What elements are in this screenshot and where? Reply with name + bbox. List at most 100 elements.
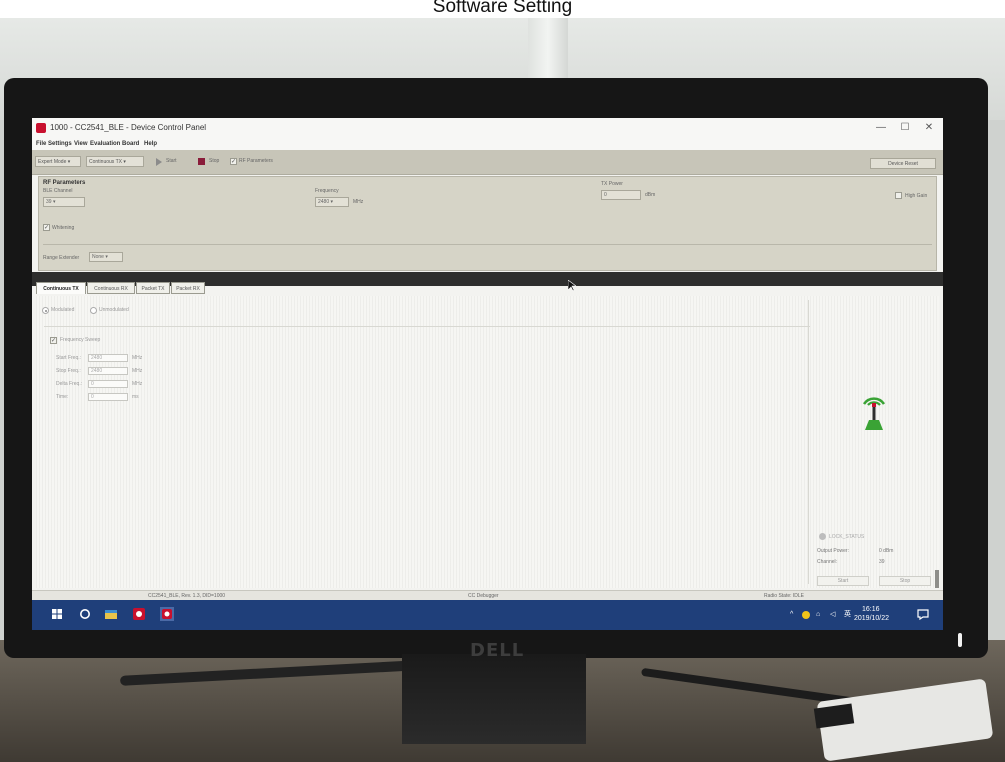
stop-freq-label: Stop Freq.: [56, 368, 81, 374]
antenna-icon [862, 397, 886, 430]
lock-status-indicator [819, 533, 826, 540]
frequency-unit: MHz [353, 199, 364, 205]
volume-icon[interactable]: ◁ [830, 610, 835, 619]
stop-button[interactable]: Stop [209, 156, 219, 167]
tx-status-panel: LOCK_STATUS Output Power: 0 dBm Channel:… [808, 300, 937, 586]
frequency-label: Frequency [315, 188, 339, 194]
menu-file[interactable]: File [36, 138, 46, 150]
ble-channel-label: BLE Channel [43, 188, 73, 194]
screen: 1000 - CC2541_BLE - Device Control Panel… [32, 118, 943, 630]
start-freq-input[interactable]: 2480 [88, 354, 128, 362]
menu-evaluation-board[interactable]: Evaluation Board [90, 138, 139, 150]
range-extender-select[interactable]: None ▾ [89, 252, 123, 262]
tray-chevron-icon[interactable]: ^ [790, 610, 793, 619]
high-gain-label: High Gain [905, 193, 928, 199]
close-button[interactable]: ✕ [918, 121, 940, 135]
frequency-sweep-label: Frequency Sweep [60, 337, 101, 343]
modulated-radio[interactable] [42, 307, 49, 314]
monitor-stand [402, 654, 586, 744]
tab-packet-rx[interactable]: Packet RX [171, 282, 205, 294]
output-power-label: Output Power: [817, 548, 849, 554]
time-unit: ms [132, 394, 139, 400]
tray-app-icon[interactable] [802, 611, 810, 619]
maximize-button[interactable]: ☐ [894, 121, 916, 135]
delta-freq-label: Delta Freq.: [56, 381, 83, 387]
output-power-value: 0 dBm [879, 548, 894, 554]
ti-logo-icon [36, 123, 46, 133]
rf-parameters-label: RF Parameters [239, 158, 273, 164]
channel-label: Channel: [817, 559, 838, 565]
ti-app-icon-active[interactable] [160, 607, 174, 621]
windows-taskbar: ^ ⌂ ◁ 英 16:16 2019/10/22 [32, 600, 943, 630]
menu-help[interactable]: Help [144, 138, 157, 150]
ble-channel-select[interactable]: 39 ▾ [43, 197, 85, 207]
whitening-label: Whitening [52, 225, 75, 231]
modulated-label: Modulated [51, 307, 75, 313]
start-tx-button[interactable]: Start [817, 576, 869, 586]
scrollbar[interactable] [935, 570, 939, 588]
photo-caption: Software Setting [0, 0, 1005, 18]
tab-packet-tx[interactable]: Packet TX [136, 282, 170, 294]
windows-start-icon[interactable] [50, 607, 64, 621]
frequency-sweep-checkbox[interactable]: ✓ [50, 337, 57, 344]
file-explorer-icon[interactable] [104, 607, 118, 621]
menu-view[interactable]: View [74, 138, 88, 150]
play-icon[interactable] [156, 158, 162, 166]
delta-freq-unit: MHz [132, 381, 143, 387]
delta-freq-input[interactable]: 0 [88, 380, 128, 388]
stop-tx-button[interactable]: Stop [879, 576, 931, 586]
start-button[interactable]: Start [166, 156, 177, 167]
device-reset-button[interactable]: Device Reset [870, 158, 936, 169]
toolbar: Expert Mode ▾ Continuous TX ▾ Start Stop… [32, 150, 943, 175]
frequency-value: 2480 [318, 199, 330, 205]
clock-date: 2019/10/22 [854, 615, 890, 622]
search-icon[interactable] [78, 607, 92, 621]
window-title: 1000 - CC2541_BLE - Device Control Panel [50, 123, 207, 132]
rf-parameters-title: RF Parameters [43, 180, 86, 186]
menu-settings[interactable]: Settings [48, 138, 72, 150]
tab-bar: Continuous TX Continuous RX Packet TX Pa… [36, 282, 943, 296]
time-label: Time: [56, 394, 69, 400]
start-freq-unit: MHz [132, 355, 143, 361]
minimize-button[interactable]: — [870, 121, 892, 135]
test-select-value: Continuous TX [89, 159, 122, 165]
monitor-logo: DELL [470, 640, 525, 661]
rf-parameters-checkbox[interactable]: ✓ [230, 158, 237, 165]
tx-power-unit: dBm [645, 192, 656, 198]
tx-power-value: 0 [604, 192, 607, 198]
test-select[interactable]: Continuous TX ▾ [86, 156, 144, 167]
continuous-tx-panel: Modulated Unmodulated ✓ Frequency Sweep … [36, 296, 939, 588]
channel-value: 39 [879, 559, 885, 565]
clock-time: 16:16 [862, 606, 880, 613]
power-led [958, 633, 962, 647]
high-gain-checkbox[interactable] [895, 192, 902, 199]
range-extender-value: None [92, 254, 104, 260]
lock-status-label: LOCK_STATUS [829, 534, 865, 540]
menu-bar: File Settings View Evaluation Board Help [32, 138, 943, 150]
whitening-checkbox[interactable]: ✓ [43, 224, 50, 231]
stop-freq-unit: MHz [132, 368, 143, 374]
tab-continuous-rx[interactable]: Continuous RX [87, 282, 135, 294]
group-separator [44, 326, 810, 327]
frequency-select[interactable]: 2480 ▾ [315, 197, 349, 207]
stop-freq-input[interactable]: 2480 [88, 367, 128, 375]
tx-power-label: TX Power [601, 181, 623, 187]
start-freq-label: Start Freq.: [56, 355, 82, 361]
tx-power-select[interactable]: 0 [601, 190, 641, 200]
mode-select-value: Expert Mode [38, 159, 67, 165]
rf-separator [43, 244, 932, 245]
time-input[interactable]: 0 [88, 393, 128, 401]
window-titlebar: 1000 - CC2541_BLE - Device Control Panel… [32, 118, 943, 138]
ime-indicator[interactable]: 英 [844, 610, 851, 619]
rf-parameters-panel: RF Parameters BLE Channel 39 ▾ Frequency… [38, 176, 937, 271]
stop-icon[interactable] [198, 158, 205, 165]
mode-select[interactable]: Expert Mode ▾ [35, 156, 81, 167]
unmodulated-label: Unmodulated [99, 307, 129, 313]
notifications-icon[interactable] [916, 607, 930, 621]
ble-channel-value: 39 [46, 199, 52, 205]
ti-app-icon[interactable] [132, 607, 146, 621]
network-icon[interactable]: ⌂ [816, 610, 820, 619]
mouse-cursor-icon [568, 280, 576, 292]
tab-continuous-tx[interactable]: Continuous TX [36, 282, 86, 294]
unmodulated-radio[interactable] [90, 307, 97, 314]
